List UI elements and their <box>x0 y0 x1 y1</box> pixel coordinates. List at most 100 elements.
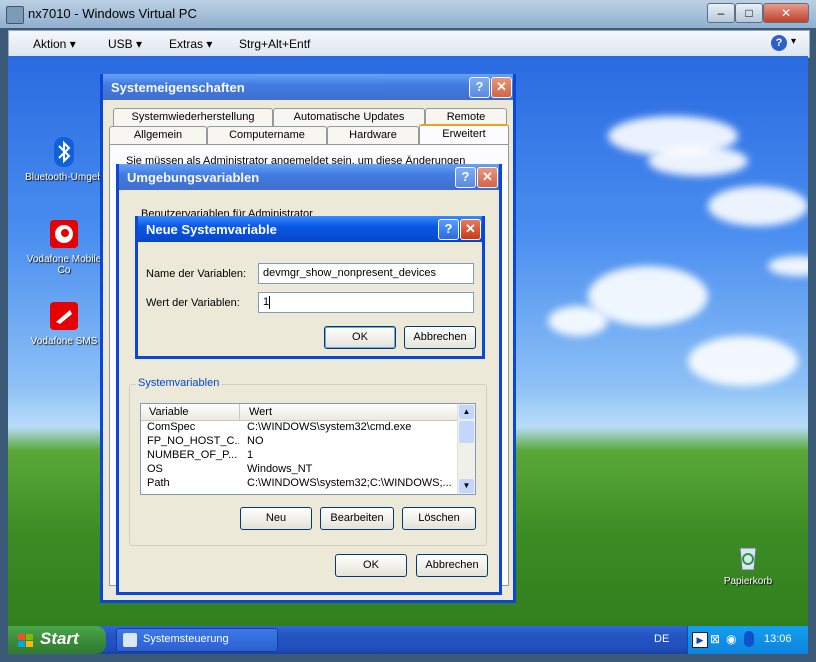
desktop-icon-vodafone-sms[interactable]: Vodafone SMS <box>24 300 104 347</box>
bluetooth-tray-icon[interactable] <box>744 631 754 647</box>
maximize-button[interactable]: □ <box>735 3 763 23</box>
cancel-button[interactable]: Abbrechen <box>404 326 476 349</box>
minimize-button[interactable]: – <box>707 3 735 23</box>
tab-automatic-updates[interactable]: Automatische Updates <box>273 108 425 126</box>
edit-button[interactable]: Bearbeiten <box>320 507 394 530</box>
cloud <box>688 336 798 386</box>
cloud <box>708 186 808 226</box>
cancel-button[interactable]: Abbrechen <box>416 554 488 577</box>
scroll-up-icon[interactable]: ▲ <box>459 405 474 419</box>
delete-button[interactable]: Löschen <box>402 507 476 530</box>
control-panel-icon <box>123 633 137 647</box>
chevron-down-icon: ▾ <box>791 36 797 47</box>
windows-logo-icon <box>18 633 34 647</box>
new-button[interactable]: Neu <box>240 507 312 530</box>
variable-name-cell: OS <box>147 463 163 475</box>
table-row[interactable]: OS Windows_NT <box>141 463 457 477</box>
virtual-pc-icon <box>6 6 24 24</box>
close-icon[interactable]: ✕ <box>460 219 481 240</box>
tab-advanced[interactable]: Erweitert <box>419 124 509 146</box>
variable-name-cell: ComSpec <box>147 421 196 433</box>
taskbar-task-control-panel[interactable]: Systemsteuerung <box>116 628 278 652</box>
menu-extras[interactable]: Extras ▾ <box>169 37 212 51</box>
network-icon[interactable]: ⊠ <box>710 632 720 646</box>
help-icon[interactable]: ? <box>455 167 476 188</box>
host-title: nx7010 - Windows Virtual PC <box>28 6 197 21</box>
variable-name-cell: Path <box>147 477 170 489</box>
help-icon: ? <box>771 35 787 51</box>
ok-button[interactable]: OK <box>335 554 407 577</box>
close-icon[interactable]: ✕ <box>477 167 498 188</box>
variable-value-cell: Windows_NT <box>247 463 313 475</box>
environment-variables-title: Umgebungsvariablen <box>127 170 260 185</box>
cloud <box>548 306 608 336</box>
menu-usb[interactable]: USB ▾ <box>108 37 142 51</box>
menu-aktion-label: Aktion <box>33 37 67 51</box>
environment-variables-titlebar: Umgebungsvariablen ? ✕ <box>119 164 499 190</box>
variable-value-input[interactable]: 1 <box>258 292 474 313</box>
vodafone-sms-icon <box>48 300 80 332</box>
host-window: nx7010 - Windows Virtual PC – □ ✕ Aktion… <box>0 0 816 662</box>
system-variables-list[interactable]: Variable Wert ComSpec C:\WINDOWS\system32… <box>140 403 476 495</box>
variable-value-cell: NO <box>247 435 264 447</box>
taskbar: Start Systemsteuerung DE ▶ ⊠ ◉ 13:06 <box>8 626 808 654</box>
desktop-icon-bluetooth[interactable]: Bluetooth-Umgeb <box>24 136 104 183</box>
new-system-variable-titlebar: Neue Systemvariable ? ✕ <box>138 216 482 242</box>
scrollbar[interactable]: ▲ ▼ <box>457 404 475 494</box>
menu-extras-label: Extras <box>169 37 204 51</box>
ok-button[interactable]: OK <box>324 326 396 349</box>
help-button[interactable]: ? ▾ <box>771 34 801 54</box>
system-variables-group: Systemvariablen Variable Wert ComSpec C:\… <box>129 377 487 546</box>
table-row[interactable]: ComSpec C:\WINDOWS\system32\cmd.exe <box>141 421 457 435</box>
clock[interactable]: 13:06 <box>764 633 792 645</box>
variable-value-cell: 1 <box>247 449 254 461</box>
tab-general[interactable]: Allgemein <box>109 126 207 144</box>
media-play-icon[interactable]: ▶ <box>692 632 708 648</box>
cloud <box>648 146 748 176</box>
tab-hardware[interactable]: Hardware <box>327 126 419 144</box>
desktop-icon-label: Bluetooth-Umgeb <box>25 172 103 183</box>
system-tray: ▶ ⊠ ◉ 13:06 <box>687 626 808 654</box>
table-row[interactable]: FP_NO_HOST_C... NO <box>141 435 457 449</box>
list-header: Variable Wert <box>141 404 457 421</box>
variable-name-cell: NUMBER_OF_P... <box>147 449 238 461</box>
variable-name-cell: FP_NO_HOST_C... <box>147 435 239 447</box>
system-variables-label: Systemvariablen <box>136 377 222 389</box>
recycle-bin-icon <box>732 540 764 572</box>
host-titlebar: nx7010 - Windows Virtual PC – □ ✕ <box>0 0 816 28</box>
bluetooth-icon <box>48 136 80 168</box>
host-menubar: Aktion ▾ USB ▾ Extras ▾ Strg+Alt+Entf ? … <box>8 30 810 58</box>
close-button[interactable]: ✕ <box>763 3 809 23</box>
system-properties-titlebar: Systemeigenschaften ? ✕ <box>103 74 513 100</box>
tab-system-restore[interactable]: Systemwiederherstellung <box>113 108 273 126</box>
variable-value-cell: C:\WINDOWS\system32;C:\WINDOWS;... <box>247 477 452 489</box>
desktop-icon-label: Vodafone SMS <box>30 336 98 347</box>
language-indicator[interactable]: DE <box>654 633 669 645</box>
start-label: Start <box>40 629 79 648</box>
table-row[interactable]: NUMBER_OF_P... 1 <box>141 449 457 463</box>
desktop-icon-label: Vodafone Mobile Co <box>26 254 102 276</box>
new-system-variable-dialog: Neue Systemvariable ? ✕ Name der Variabl… <box>135 216 485 359</box>
table-row[interactable]: Path C:\WINDOWS\system32;C:\WINDOWS;... <box>141 477 457 491</box>
close-icon[interactable]: ✕ <box>491 77 512 98</box>
tab-computer-name[interactable]: Computername <box>207 126 327 144</box>
help-icon[interactable]: ? <box>469 77 490 98</box>
start-button[interactable]: Start <box>8 626 106 654</box>
text-cursor <box>269 295 271 309</box>
scroll-thumb[interactable] <box>459 421 474 443</box>
scroll-down-icon[interactable]: ▼ <box>459 479 474 493</box>
desktop-icon-recycle-bin[interactable]: Papierkorb <box>708 540 788 587</box>
desktop-icon-vodafone-mobile[interactable]: Vodafone Mobile Co <box>24 218 104 276</box>
variable-value-label: Wert der Variablen: <box>146 297 240 309</box>
menu-aktion[interactable]: Aktion ▾ <box>33 37 76 51</box>
volume-icon[interactable]: ◉ <box>726 632 736 646</box>
column-header-variable[interactable]: Variable <box>149 406 189 418</box>
guest-desktop: Bluetooth-Umgeb Vodafone Mobile Co Vodaf… <box>8 56 808 654</box>
column-header-value[interactable]: Wert <box>249 406 272 418</box>
cloud <box>768 256 808 276</box>
help-icon[interactable]: ? <box>438 219 459 240</box>
variable-name-input[interactable]: devmgr_show_nonpresent_devices <box>258 263 474 284</box>
menu-ctrl-alt-del[interactable]: Strg+Alt+Entf <box>239 37 310 51</box>
vodafone-icon <box>48 218 80 250</box>
variable-name-label: Name der Variablen: <box>146 268 247 280</box>
